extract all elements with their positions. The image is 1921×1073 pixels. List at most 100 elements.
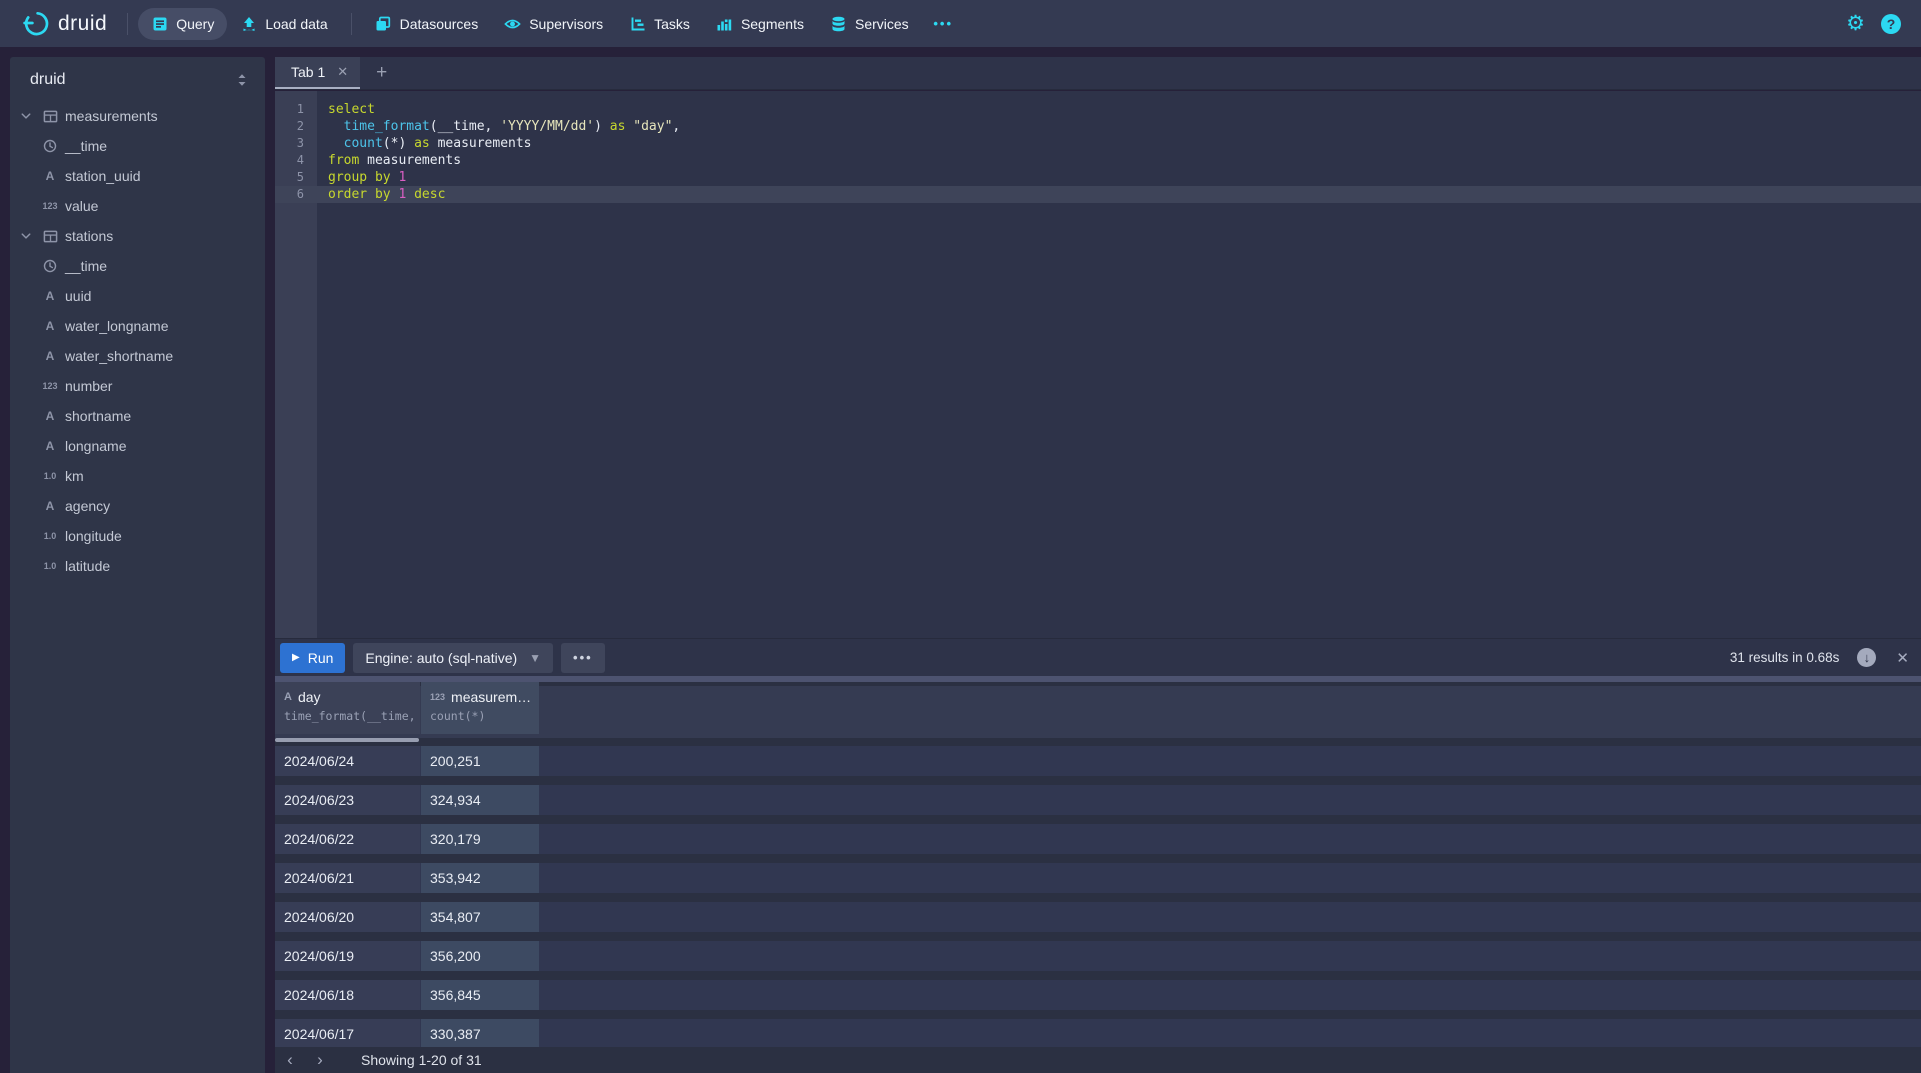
number-icon: 123: [42, 381, 58, 391]
cell-day[interactable]: 2024/06/24: [275, 746, 420, 776]
nav-item-services[interactable]: Services: [817, 8, 922, 40]
code-line-6[interactable]: 6order by 1 desc: [275, 186, 1921, 203]
cell-measurements[interactable]: 330,387: [421, 1019, 539, 1049]
cell-day[interactable]: 2024/06/18: [275, 980, 420, 1010]
code-line-5[interactable]: 5group by 1: [275, 169, 1921, 186]
sort-icon[interactable]: [235, 72, 249, 88]
time-icon: [42, 139, 58, 153]
nav-item-query[interactable]: Query: [138, 8, 227, 40]
horizontal-scrollbar-thumb[interactable]: [275, 738, 419, 742]
string-icon: A: [42, 169, 58, 183]
string-icon: A: [42, 439, 58, 453]
cell-day[interactable]: 2024/06/21: [275, 863, 420, 893]
cell-measurements[interactable]: 356,200: [421, 941, 539, 971]
tree-column-station_uuid[interactable]: Astation_uuid: [10, 161, 265, 191]
tree-label: measurements: [65, 108, 158, 124]
table-row: 2024/06/24200,251: [275, 746, 1921, 776]
chevron-down-icon[interactable]: [20, 110, 34, 122]
results-count: 31 results in 0.68s: [1730, 650, 1840, 665]
add-tab-button[interactable]: +: [360, 57, 403, 89]
schema-name: druid: [30, 71, 66, 89]
tree-column-km[interactable]: 1.0km: [10, 461, 265, 491]
gear-icon[interactable]: ⚙: [1846, 13, 1865, 34]
supervisors-icon: [504, 15, 521, 32]
tree-column-uuid[interactable]: Auuid: [10, 281, 265, 311]
tasks-icon: [629, 15, 646, 32]
tree-column-number[interactable]: 123number: [10, 371, 265, 401]
nav-item-label: Segments: [741, 16, 804, 32]
schema-sidebar: druid measurements__timeAstation_uuid123…: [10, 57, 265, 1073]
sql-editor[interactable]: 1select2 time_format(__time, 'YYYY/MM/dd…: [275, 91, 1921, 638]
tree-label: water_shortname: [65, 348, 173, 364]
play-icon: ▶: [292, 652, 300, 663]
column-expression: count(*): [430, 709, 539, 723]
nav-item-more[interactable]: •••: [922, 8, 965, 40]
tree-column-__time[interactable]: __time: [10, 131, 265, 161]
nav-item-datasources[interactable]: Datasources: [362, 8, 492, 40]
druid-logo[interactable]: druid: [14, 10, 117, 37]
nav-divider: [127, 13, 128, 35]
query-more-button[interactable]: •••: [561, 643, 605, 673]
tree-column-agency[interactable]: Aagency: [10, 491, 265, 521]
table-row: 2024/06/20354,807: [275, 902, 1921, 932]
cell-measurements[interactable]: 200,251: [421, 746, 539, 776]
column-header-measurements[interactable]: 123 measurem… count(*): [421, 682, 539, 734]
line-number: 2: [275, 118, 317, 135]
sidebar-header: druid: [10, 57, 265, 99]
results-rows: 2024/06/24200,2512024/06/23324,9342024/0…: [275, 746, 1921, 1058]
nav-item-load-data[interactable]: Load data: [227, 8, 340, 40]
tree-table-measurements[interactable]: measurements: [10, 101, 265, 131]
tree-table-stations[interactable]: stations: [10, 221, 265, 251]
nav-items: Query Load data Datasources Supervisors Task…: [138, 8, 964, 40]
code-line-1[interactable]: 1select: [275, 101, 1921, 118]
tree-column-longitude[interactable]: 1.0longitude: [10, 521, 265, 551]
cell-day[interactable]: 2024/06/17: [275, 1019, 420, 1049]
nav-item-segments[interactable]: Segments: [703, 8, 817, 40]
engine-select-button[interactable]: Engine: auto (sql-native) ▼: [353, 643, 553, 673]
float-icon: 1.0: [42, 531, 58, 541]
nav-item-label: Services: [855, 16, 909, 32]
table-row: 2024/06/17330,387: [275, 1019, 1921, 1049]
column-header-day[interactable]: A day time_format(__time, …: [275, 682, 420, 734]
prev-page-icon[interactable]: ‹: [275, 1047, 305, 1073]
chevron-down-icon[interactable]: [20, 230, 34, 242]
run-button[interactable]: ▶ Run: [280, 643, 345, 673]
tree-column-value[interactable]: 123value: [10, 191, 265, 221]
query-icon: [151, 15, 168, 32]
code-line-3[interactable]: 3 count(*) as measurements: [275, 135, 1921, 152]
pagination-text: Showing 1-20 of 31: [361, 1052, 482, 1068]
tree-column-water_longname[interactable]: Awater_longname: [10, 311, 265, 341]
tree-label: shortname: [65, 408, 131, 424]
tree-label: __time: [65, 138, 107, 154]
cell-measurements[interactable]: 320,179: [421, 824, 539, 854]
cell-day[interactable]: 2024/06/23: [275, 785, 420, 815]
tree-column-__time[interactable]: __time: [10, 251, 265, 281]
cell-day[interactable]: 2024/06/22: [275, 824, 420, 854]
tab-query-1[interactable]: Tab 1 ✕: [275, 57, 360, 89]
nav-item-label: Query: [176, 16, 214, 32]
code-line-4[interactable]: 4from measurements: [275, 152, 1921, 169]
line-number: 5: [275, 169, 317, 186]
cell-day[interactable]: 2024/06/20: [275, 902, 420, 932]
tree-column-longname[interactable]: Alongname: [10, 431, 265, 461]
next-page-icon[interactable]: ›: [305, 1047, 335, 1073]
help-icon[interactable]: ?: [1881, 14, 1901, 34]
cell-measurements[interactable]: 354,807: [421, 902, 539, 932]
nav-item-label: Tasks: [654, 16, 690, 32]
code-line-2[interactable]: 2 time_format(__time, 'YYYY/MM/dd') as "…: [275, 118, 1921, 135]
close-results-icon[interactable]: ✕: [1896, 649, 1909, 667]
nav-item-tasks[interactable]: Tasks: [616, 8, 703, 40]
tree-column-water_shortname[interactable]: Awater_shortname: [10, 341, 265, 371]
download-icon[interactable]: ↓: [1857, 648, 1876, 667]
tree-column-latitude[interactable]: 1.0latitude: [10, 551, 265, 581]
cell-day[interactable]: 2024/06/19: [275, 941, 420, 971]
cell-measurements[interactable]: 356,845: [421, 980, 539, 1010]
float-icon: 1.0: [42, 471, 58, 481]
nav-item-supervisors[interactable]: Supervisors: [491, 8, 616, 40]
tree-label: latitude: [65, 558, 110, 574]
tab-close-icon[interactable]: ✕: [337, 64, 348, 80]
tree-column-shortname[interactable]: Ashortname: [10, 401, 265, 431]
cell-measurements[interactable]: 324,934: [421, 785, 539, 815]
nav-item-label: Supervisors: [529, 16, 603, 32]
cell-measurements[interactable]: 353,942: [421, 863, 539, 893]
